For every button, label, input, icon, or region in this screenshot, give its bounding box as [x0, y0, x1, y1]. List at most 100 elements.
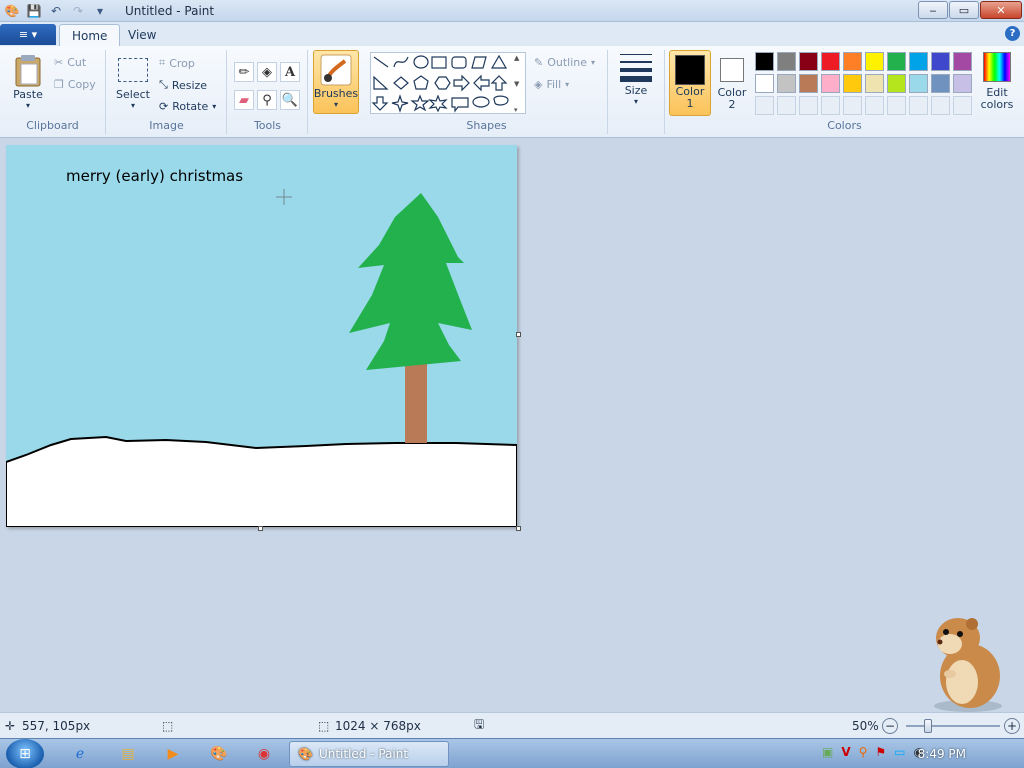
zoom-slider[interactable]	[906, 719, 1000, 733]
brushes-button[interactable]: Brushes ▾	[313, 50, 359, 114]
palette-empty-swatch[interactable]	[887, 96, 906, 115]
palette-empty-swatch[interactable]	[777, 96, 796, 115]
palette-swatch[interactable]	[953, 52, 972, 71]
select-button[interactable]: Select ▾	[113, 58, 153, 110]
palette-swatch[interactable]	[887, 74, 906, 93]
palette-empty-swatch[interactable]	[953, 96, 972, 115]
copy-button[interactable]: ❐ Copy	[54, 78, 96, 91]
palette-empty-swatch[interactable]	[931, 96, 950, 115]
shapes-icons[interactable]	[371, 53, 521, 113]
palette-empty-swatch[interactable]	[865, 96, 884, 115]
drawing-canvas[interactable]: merry (early) christmas	[6, 145, 517, 527]
text-tool-icon[interactable]: A	[280, 62, 300, 82]
windows-logo-icon: ⊞	[19, 746, 31, 762]
clipboard-icon	[15, 55, 41, 87]
color-picker-icon[interactable]: ⚲	[257, 90, 277, 110]
rotate-button[interactable]: ⟳ Rotate ▾	[159, 100, 216, 113]
color-2-button[interactable]: Color 2	[713, 50, 751, 116]
maximize-button[interactable]: ▭	[949, 1, 979, 19]
customize-qat-icon[interactable]: ▾	[92, 3, 108, 19]
paste-button[interactable]: Paste ▾	[8, 54, 48, 110]
palette-empty-swatch[interactable]	[821, 96, 840, 115]
palette-swatch[interactable]	[777, 52, 796, 71]
pencil-icon[interactable]: ✏	[234, 62, 254, 82]
fill-bucket-icon[interactable]: ◈	[257, 62, 277, 82]
palette-swatch[interactable]	[843, 74, 862, 93]
tray-app-icon[interactable]: ▣	[822, 745, 833, 759]
hamster-desktop-pet[interactable]	[920, 614, 1010, 714]
start-button[interactable]: ⊞	[6, 739, 44, 768]
resize-handle-corner[interactable]	[516, 526, 521, 531]
internet-explorer-icon[interactable]: ℯ	[70, 744, 90, 764]
undo-icon[interactable]: ↶	[48, 3, 64, 19]
palette-swatch[interactable]	[887, 52, 906, 71]
tab-view[interactable]: View	[116, 24, 168, 46]
color-1-button[interactable]: Color 1	[669, 50, 711, 116]
paint-task-button[interactable]: 🎨 Untitled - Paint	[289, 741, 449, 767]
paint-taskbar-icon[interactable]: 🎨	[209, 744, 229, 764]
eraser-icon[interactable]: ▰	[234, 90, 254, 110]
tools-group-label: Tools	[253, 119, 282, 132]
palette-swatch[interactable]	[755, 52, 774, 71]
close-button[interactable]: ✕	[980, 1, 1022, 19]
resize-handle-right[interactable]	[516, 332, 521, 337]
palette-swatch[interactable]	[953, 74, 972, 93]
fill-button[interactable]: ◈ Fill ▾	[534, 78, 569, 91]
tray-v-icon[interactable]: V	[841, 745, 850, 759]
zoom-slider-thumb[interactable]	[924, 719, 932, 733]
paint-app-icon[interactable]: 🎨	[4, 3, 20, 19]
crop-button[interactable]: ⌗ Crop	[159, 56, 195, 70]
tray-display-icon[interactable]: ▭	[894, 745, 905, 759]
select-rectangle-icon	[118, 58, 148, 82]
shapes-scroll[interactable]: ▲ ▼ ▾	[514, 54, 524, 114]
resize-handle-bottom[interactable]	[258, 526, 263, 531]
shapes-group: ▲ ▼ ▾ ✎ Outline ▾ ◈ Fill ▾ Shapes	[366, 50, 608, 134]
file-explorer-icon[interactable]: ▤	[118, 744, 138, 764]
image-group: Select ▾ ⌗ Crop ⤡ Resize ⟳ Rotate ▾ Image	[107, 50, 227, 134]
tab-home[interactable]: Home	[59, 24, 121, 46]
help-icon[interactable]: ?	[1005, 26, 1020, 41]
resize-button[interactable]: ⤡ Resize	[159, 78, 207, 92]
zoom-in-button[interactable]: +	[1004, 717, 1020, 734]
palette-swatch[interactable]	[777, 74, 796, 93]
brush-icon	[320, 54, 352, 86]
chrome-icon[interactable]: ◉	[254, 744, 274, 764]
tray-flag-icon[interactable]: ⚑	[875, 745, 886, 759]
palette-swatch[interactable]	[909, 52, 928, 71]
palette-swatch[interactable]	[931, 74, 950, 93]
palette-empty-swatch[interactable]	[755, 96, 774, 115]
magnifier-icon[interactable]: 🔍	[280, 90, 300, 110]
size-button[interactable]: Size ▾	[614, 50, 658, 106]
palette-swatch[interactable]	[865, 52, 884, 71]
tray-search-icon[interactable]: ⚲	[859, 745, 868, 759]
colors-group: Color 1 Color 2 Edit colors Colors	[664, 50, 1024, 134]
zoom-out-button[interactable]: −	[882, 717, 898, 734]
minimize-button[interactable]: ‒	[918, 1, 948, 19]
outline-button[interactable]: ✎ Outline ▾	[534, 56, 595, 69]
palette-swatch[interactable]	[821, 52, 840, 71]
palette-empty-swatch[interactable]	[909, 96, 928, 115]
file-menu-button[interactable]: ≡ ▾	[0, 24, 56, 45]
palette-swatch[interactable]	[821, 74, 840, 93]
cut-button[interactable]: ✂ Cut	[54, 56, 86, 69]
media-player-icon[interactable]: ▶	[163, 744, 183, 764]
image-group-label: Image	[149, 119, 184, 132]
palette-swatch[interactable]	[799, 52, 818, 71]
edit-colors-button[interactable]: Edit colors	[977, 52, 1017, 110]
canvas-text: merry (early) christmas	[66, 167, 243, 185]
palette-empty-swatch[interactable]	[799, 96, 818, 115]
save-icon[interactable]: 💾	[26, 3, 42, 19]
scissors-icon: ✂	[54, 56, 64, 69]
file-size-icon: 🖫	[474, 717, 485, 731]
palette-swatch[interactable]	[755, 74, 774, 93]
colors-group-label: Colors	[827, 119, 862, 132]
palette-swatch[interactable]	[909, 74, 928, 93]
selection-size-icon: ⬚	[162, 718, 174, 733]
palette-swatch[interactable]	[843, 52, 862, 71]
redo-icon[interactable]: ↷	[70, 3, 86, 19]
palette-empty-swatch[interactable]	[843, 96, 862, 115]
palette-swatch[interactable]	[931, 52, 950, 71]
palette-swatch[interactable]	[865, 74, 884, 93]
copy-icon: ❐	[54, 78, 64, 91]
palette-swatch[interactable]	[799, 74, 818, 93]
